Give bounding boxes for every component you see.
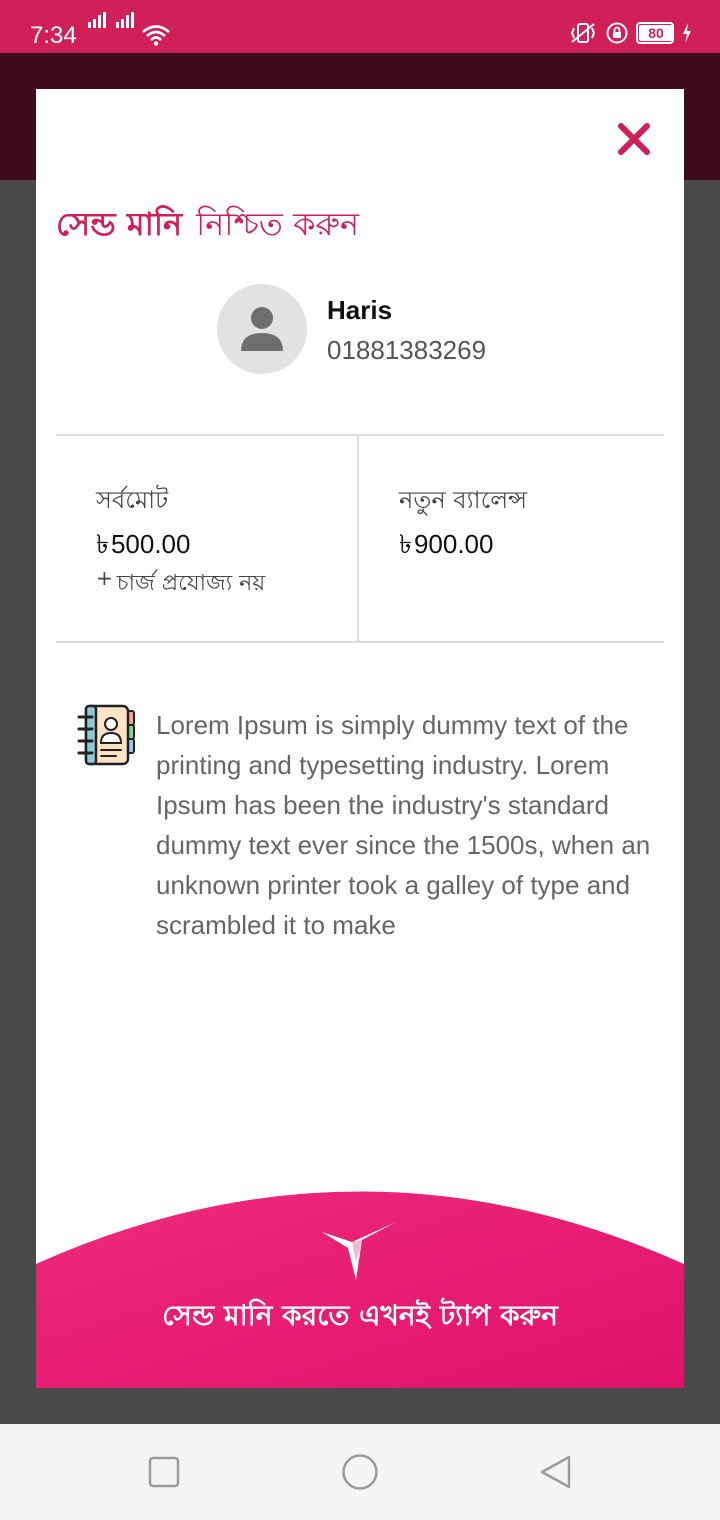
recipient-name: Haris — [327, 295, 393, 325]
charge-prefix: + — [96, 566, 113, 590]
avatar — [217, 284, 307, 374]
total-amount: ৳500.00 — [96, 524, 190, 568]
vibrate-icon — [570, 23, 596, 43]
recipient-phone: 01881383269 — [327, 335, 487, 365]
column-divider — [357, 436, 359, 641]
charge-note-text: চার্জ প্রযোজ্য নয় — [116, 571, 266, 596]
transaction-summary: সর্বমোট ৳500.00 + চার্জ প্রযোজ্য নয় নতুন… — [56, 434, 664, 643]
battery-indicator: 80 — [636, 22, 674, 44]
total-amount-value: 500.00 — [110, 529, 191, 559]
charge-note: + চার্জ প্রযোজ্য নয় — [96, 566, 265, 603]
modal-title: সেন্ড মানি নিশ্চিত করুন — [56, 199, 359, 253]
send-money-tap-button[interactable]: সেন্ড মানি করতে এখনই ট্যাপ করুন — [36, 1184, 684, 1388]
person-icon — [241, 307, 283, 351]
lock-icon — [606, 22, 628, 44]
title-bold: সেন্ড মানি — [56, 205, 183, 243]
status-time: 7:34 — [30, 22, 77, 49]
cta-background-arc — [36, 1191, 684, 1388]
status-icons: 80 — [568, 22, 692, 44]
battery-level: 80 — [639, 25, 673, 41]
total-label: সর্বমোট — [96, 486, 169, 514]
new-balance-amount: ৳900.00 — [399, 524, 493, 568]
new-balance-value: 900.00 — [413, 529, 494, 559]
bird-logo-icon — [322, 1222, 396, 1280]
send-money-confirm-modal: সেন্ড মানি নিশ্চিত করুন Haris 01881383269… — [36, 89, 684, 1388]
close-icon[interactable] — [616, 121, 652, 157]
status-bar: 7:34 80 — [0, 0, 720, 53]
square-recents-icon[interactable] — [148, 1456, 180, 1488]
currency-symbol: ৳ — [399, 530, 412, 560]
navigation-bar — [0, 1424, 720, 1520]
title-light: নিশ্চিত করুন — [196, 205, 360, 243]
cta-label: সেন্ড মানি করতে এখনই ট্যাপ করুন — [162, 1299, 558, 1332]
charging-icon — [683, 23, 691, 43]
contact-book-icon — [77, 704, 135, 766]
circle-home-icon[interactable] — [341, 1453, 379, 1491]
triangle-back-icon[interactable] — [539, 1454, 573, 1490]
note-text: Lorem Ipsum is simply dummy text of the … — [156, 710, 651, 940]
new-balance-label: নতুন ব্যালেন্স — [399, 486, 527, 514]
wifi-icon — [142, 25, 170, 46]
currency-symbol: ৳ — [96, 530, 109, 560]
